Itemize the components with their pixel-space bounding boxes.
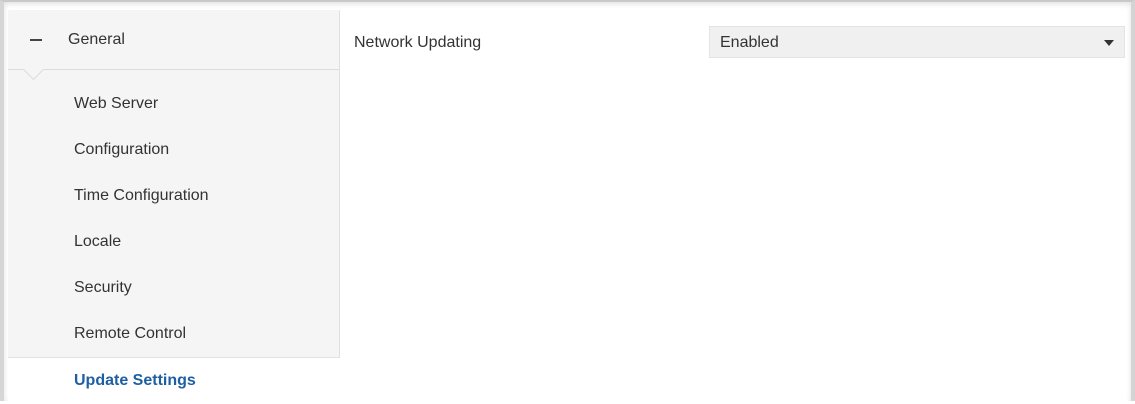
sidebar-item-web-server[interactable]: Web Server <box>8 81 339 127</box>
sidebar-item-security[interactable]: Security <box>8 265 339 311</box>
sidebar-item-locale[interactable]: Locale <box>8 219 339 265</box>
sidebar-item-configuration[interactable]: Configuration <box>8 127 339 173</box>
sidebar-group-label: General <box>68 30 125 48</box>
sidebar-group-general[interactable]: General <box>8 10 339 81</box>
sidebar: General Web Server Configuration Time Co… <box>8 10 340 404</box>
sidebar-item-remote-control[interactable]: Remote Control <box>8 311 339 357</box>
network-updating-select[interactable]: Enabled <box>709 26 1125 58</box>
network-updating-label: Network Updating <box>354 34 482 51</box>
minus-icon[interactable] <box>30 38 42 41</box>
sidebar-item-update-settings[interactable]: Update Settings <box>8 357 340 404</box>
chevron-down-icon[interactable] <box>1104 40 1114 46</box>
network-updating-row: Network Updating Enabled <box>354 26 1125 60</box>
select-value: Enabled <box>720 34 779 51</box>
sidebar-nav: Web Server Configuration Time Configurat… <box>8 70 340 404</box>
main-content: Network Updating Enabled <box>340 10 1127 401</box>
window-frame: General Web Server Configuration Time Co… <box>0 0 1135 404</box>
sidebar-item-time-configuration[interactable]: Time Configuration <box>8 173 339 219</box>
